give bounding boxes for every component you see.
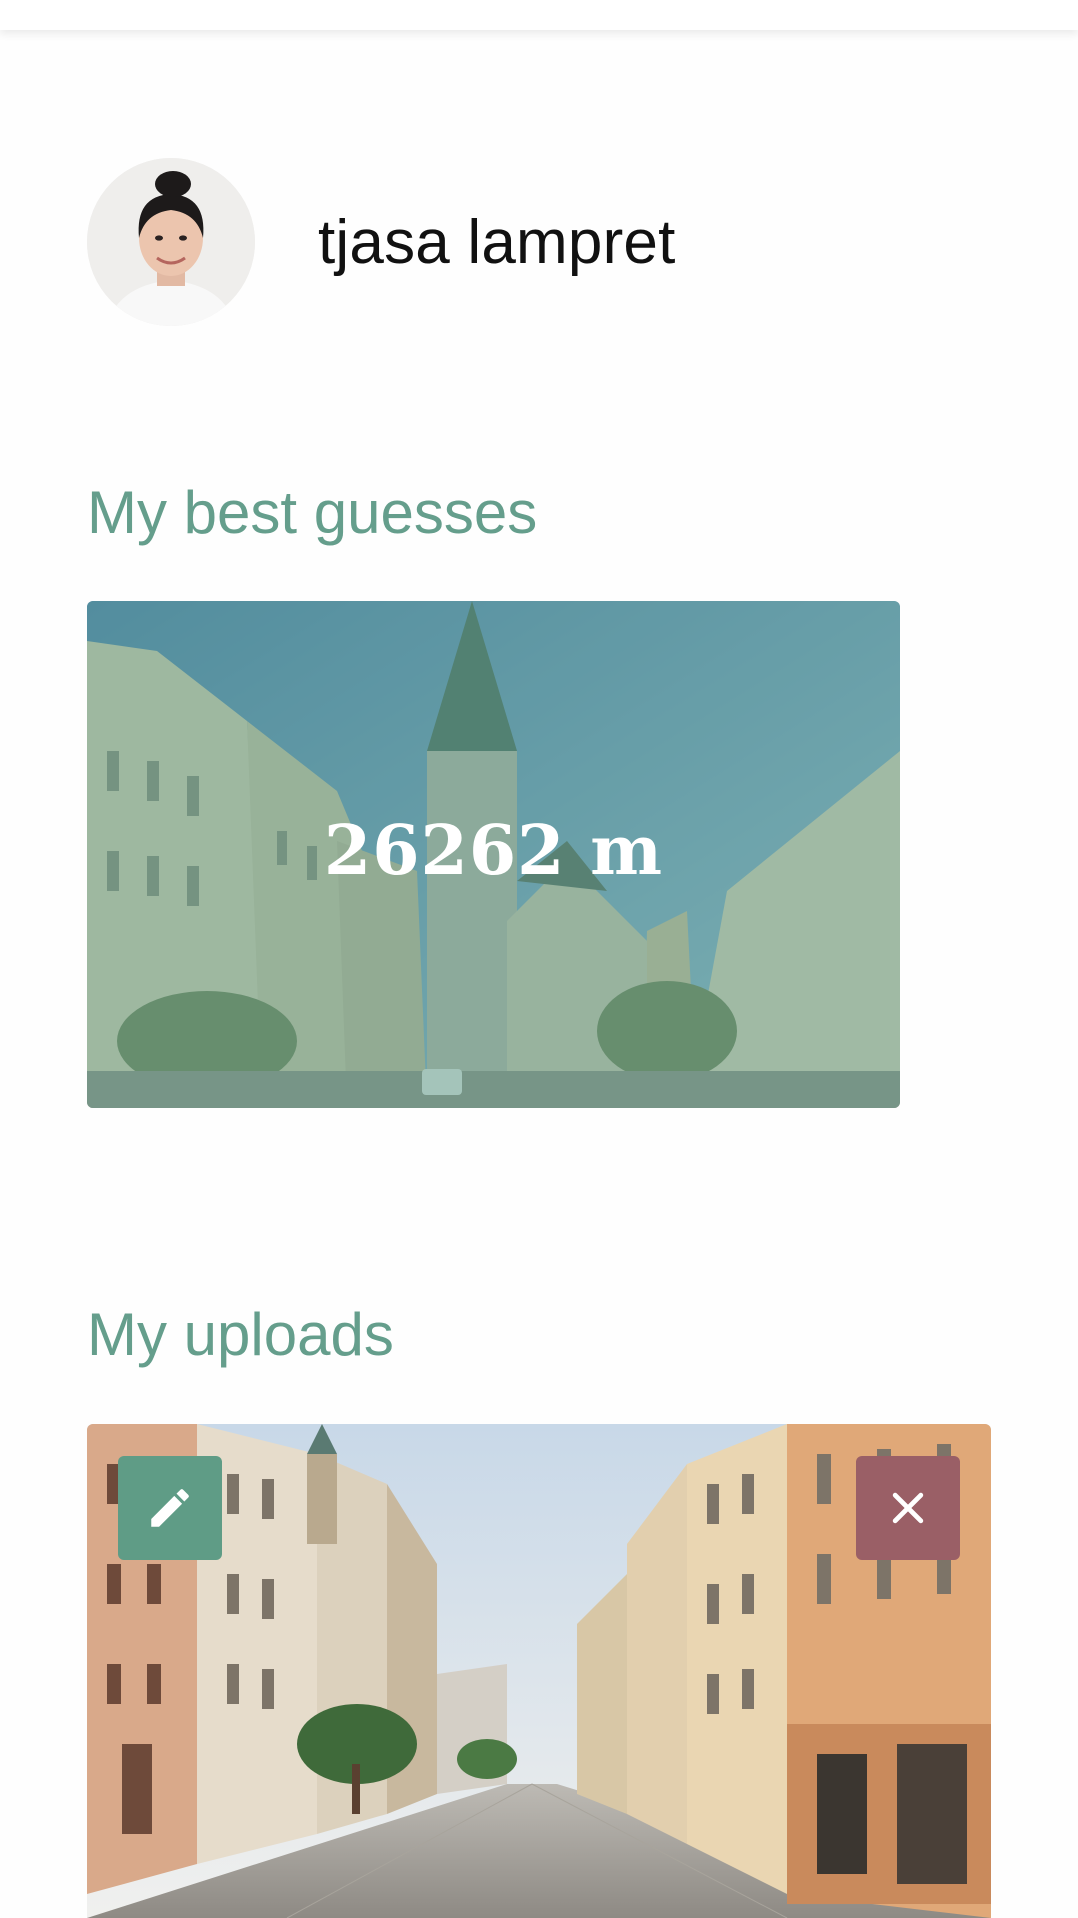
profile-username: tjasa lampret <box>318 207 676 277</box>
upload-card[interactable] <box>87 1424 991 1918</box>
best-guess-card[interactable]: 26262 m <box>87 601 900 1108</box>
top-app-bar <box>0 0 1078 30</box>
avatar-photo <box>87 158 255 326</box>
best-guesses-heading: My best guesses <box>87 479 538 546</box>
uploads-heading: My uploads <box>87 1301 394 1368</box>
guess-distance-label: 26262 m <box>323 811 664 891</box>
delete-upload-button[interactable] <box>856 1456 960 1560</box>
close-icon <box>892 1492 924 1524</box>
pencil-icon <box>151 1489 189 1527</box>
edit-upload-button[interactable] <box>118 1456 222 1560</box>
profile-header: tjasa lampret <box>87 158 676 326</box>
avatar <box>87 158 255 326</box>
